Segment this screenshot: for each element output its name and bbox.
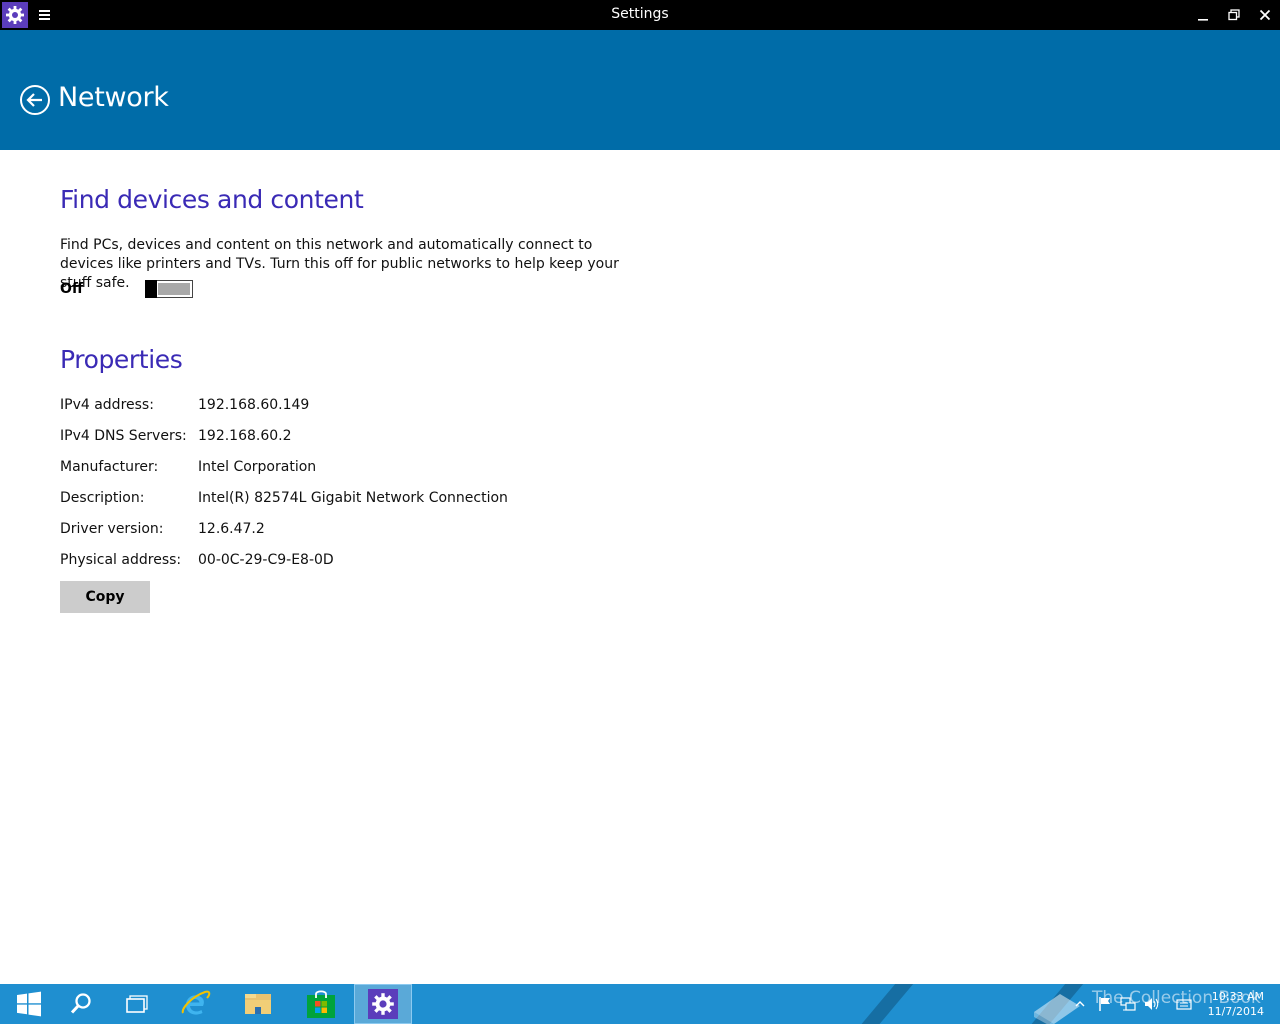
settings-icon xyxy=(368,989,398,1019)
network-icon[interactable] xyxy=(1120,996,1136,1012)
action-center-flag-icon[interactable] xyxy=(1098,996,1112,1012)
keyboard-icon[interactable] xyxy=(1176,997,1192,1011)
minimize-icon xyxy=(1198,19,1208,21)
page-title: Network xyxy=(58,82,169,113)
properties-heading: Properties xyxy=(60,345,183,374)
property-label: Physical address: xyxy=(60,552,182,568)
property-value: 192.168.60.149 xyxy=(198,397,310,413)
property-label: Description: xyxy=(60,490,145,506)
find-devices-heading: Find devices and content xyxy=(60,185,364,214)
property-label: Manufacturer: xyxy=(60,459,159,475)
minimize-button[interactable] xyxy=(1187,0,1219,30)
property-value: Intel(R) 82574L Gigabit Network Connecti… xyxy=(198,490,508,506)
toggle-thumb[interactable] xyxy=(145,280,157,298)
property-label: IPv4 DNS Servers: xyxy=(60,428,187,444)
search-button[interactable] xyxy=(52,984,110,1024)
clock-time: 10:33 AM xyxy=(1211,990,1264,1003)
restore-button[interactable] xyxy=(1218,0,1250,30)
property-value: Intel Corporation xyxy=(198,459,317,475)
show-hidden-icons-icon[interactable] xyxy=(1074,998,1086,1010)
back-button[interactable] xyxy=(19,84,51,116)
toggle-track xyxy=(158,283,190,295)
toggle-state-label: Off xyxy=(60,281,84,297)
file-explorer-button[interactable] xyxy=(229,984,287,1024)
property-value: 00-0C-29-C9-E8-0D xyxy=(198,552,334,568)
property-value: 192.168.60.2 xyxy=(198,428,292,444)
file-explorer-icon xyxy=(245,994,271,1014)
back-arrow-icon xyxy=(20,85,50,115)
task-view-button[interactable] xyxy=(108,984,166,1024)
window-title: Settings xyxy=(611,6,669,22)
restore-icon xyxy=(1228,9,1240,21)
page-header: Network xyxy=(0,30,1280,150)
search-icon xyxy=(70,993,91,1014)
taskbar: The Collection Book 10:33 AM 11/7/2014 xyxy=(0,984,1280,1024)
start-icon xyxy=(17,991,41,1017)
copy-button[interactable]: Copy xyxy=(60,581,150,613)
store-button[interactable] xyxy=(292,984,350,1024)
internet-explorer-icon xyxy=(181,990,211,1015)
title-bar: Settings xyxy=(0,0,1280,30)
store-icon xyxy=(307,990,335,1018)
task-view-icon xyxy=(126,995,148,1013)
taskbar-clock[interactable]: 10:33 AM 11/7/2014 xyxy=(1208,989,1264,1019)
settings-taskbar-button[interactable] xyxy=(354,984,412,1024)
find-devices-toggle[interactable] xyxy=(145,280,193,298)
start-button[interactable] xyxy=(0,984,58,1024)
taskbar-decoration xyxy=(844,984,914,1024)
property-value: 12.6.47.2 xyxy=(198,521,265,537)
volume-icon[interactable] xyxy=(1144,996,1160,1012)
property-label: Driver version: xyxy=(60,521,164,537)
clock-date: 11/7/2014 xyxy=(1207,1005,1264,1018)
internet-explorer-button[interactable] xyxy=(167,984,225,1024)
close-icon xyxy=(1259,9,1271,21)
property-label: IPv4 address: xyxy=(60,397,154,413)
close-button[interactable] xyxy=(1249,0,1280,30)
system-tray xyxy=(1072,984,1192,1024)
